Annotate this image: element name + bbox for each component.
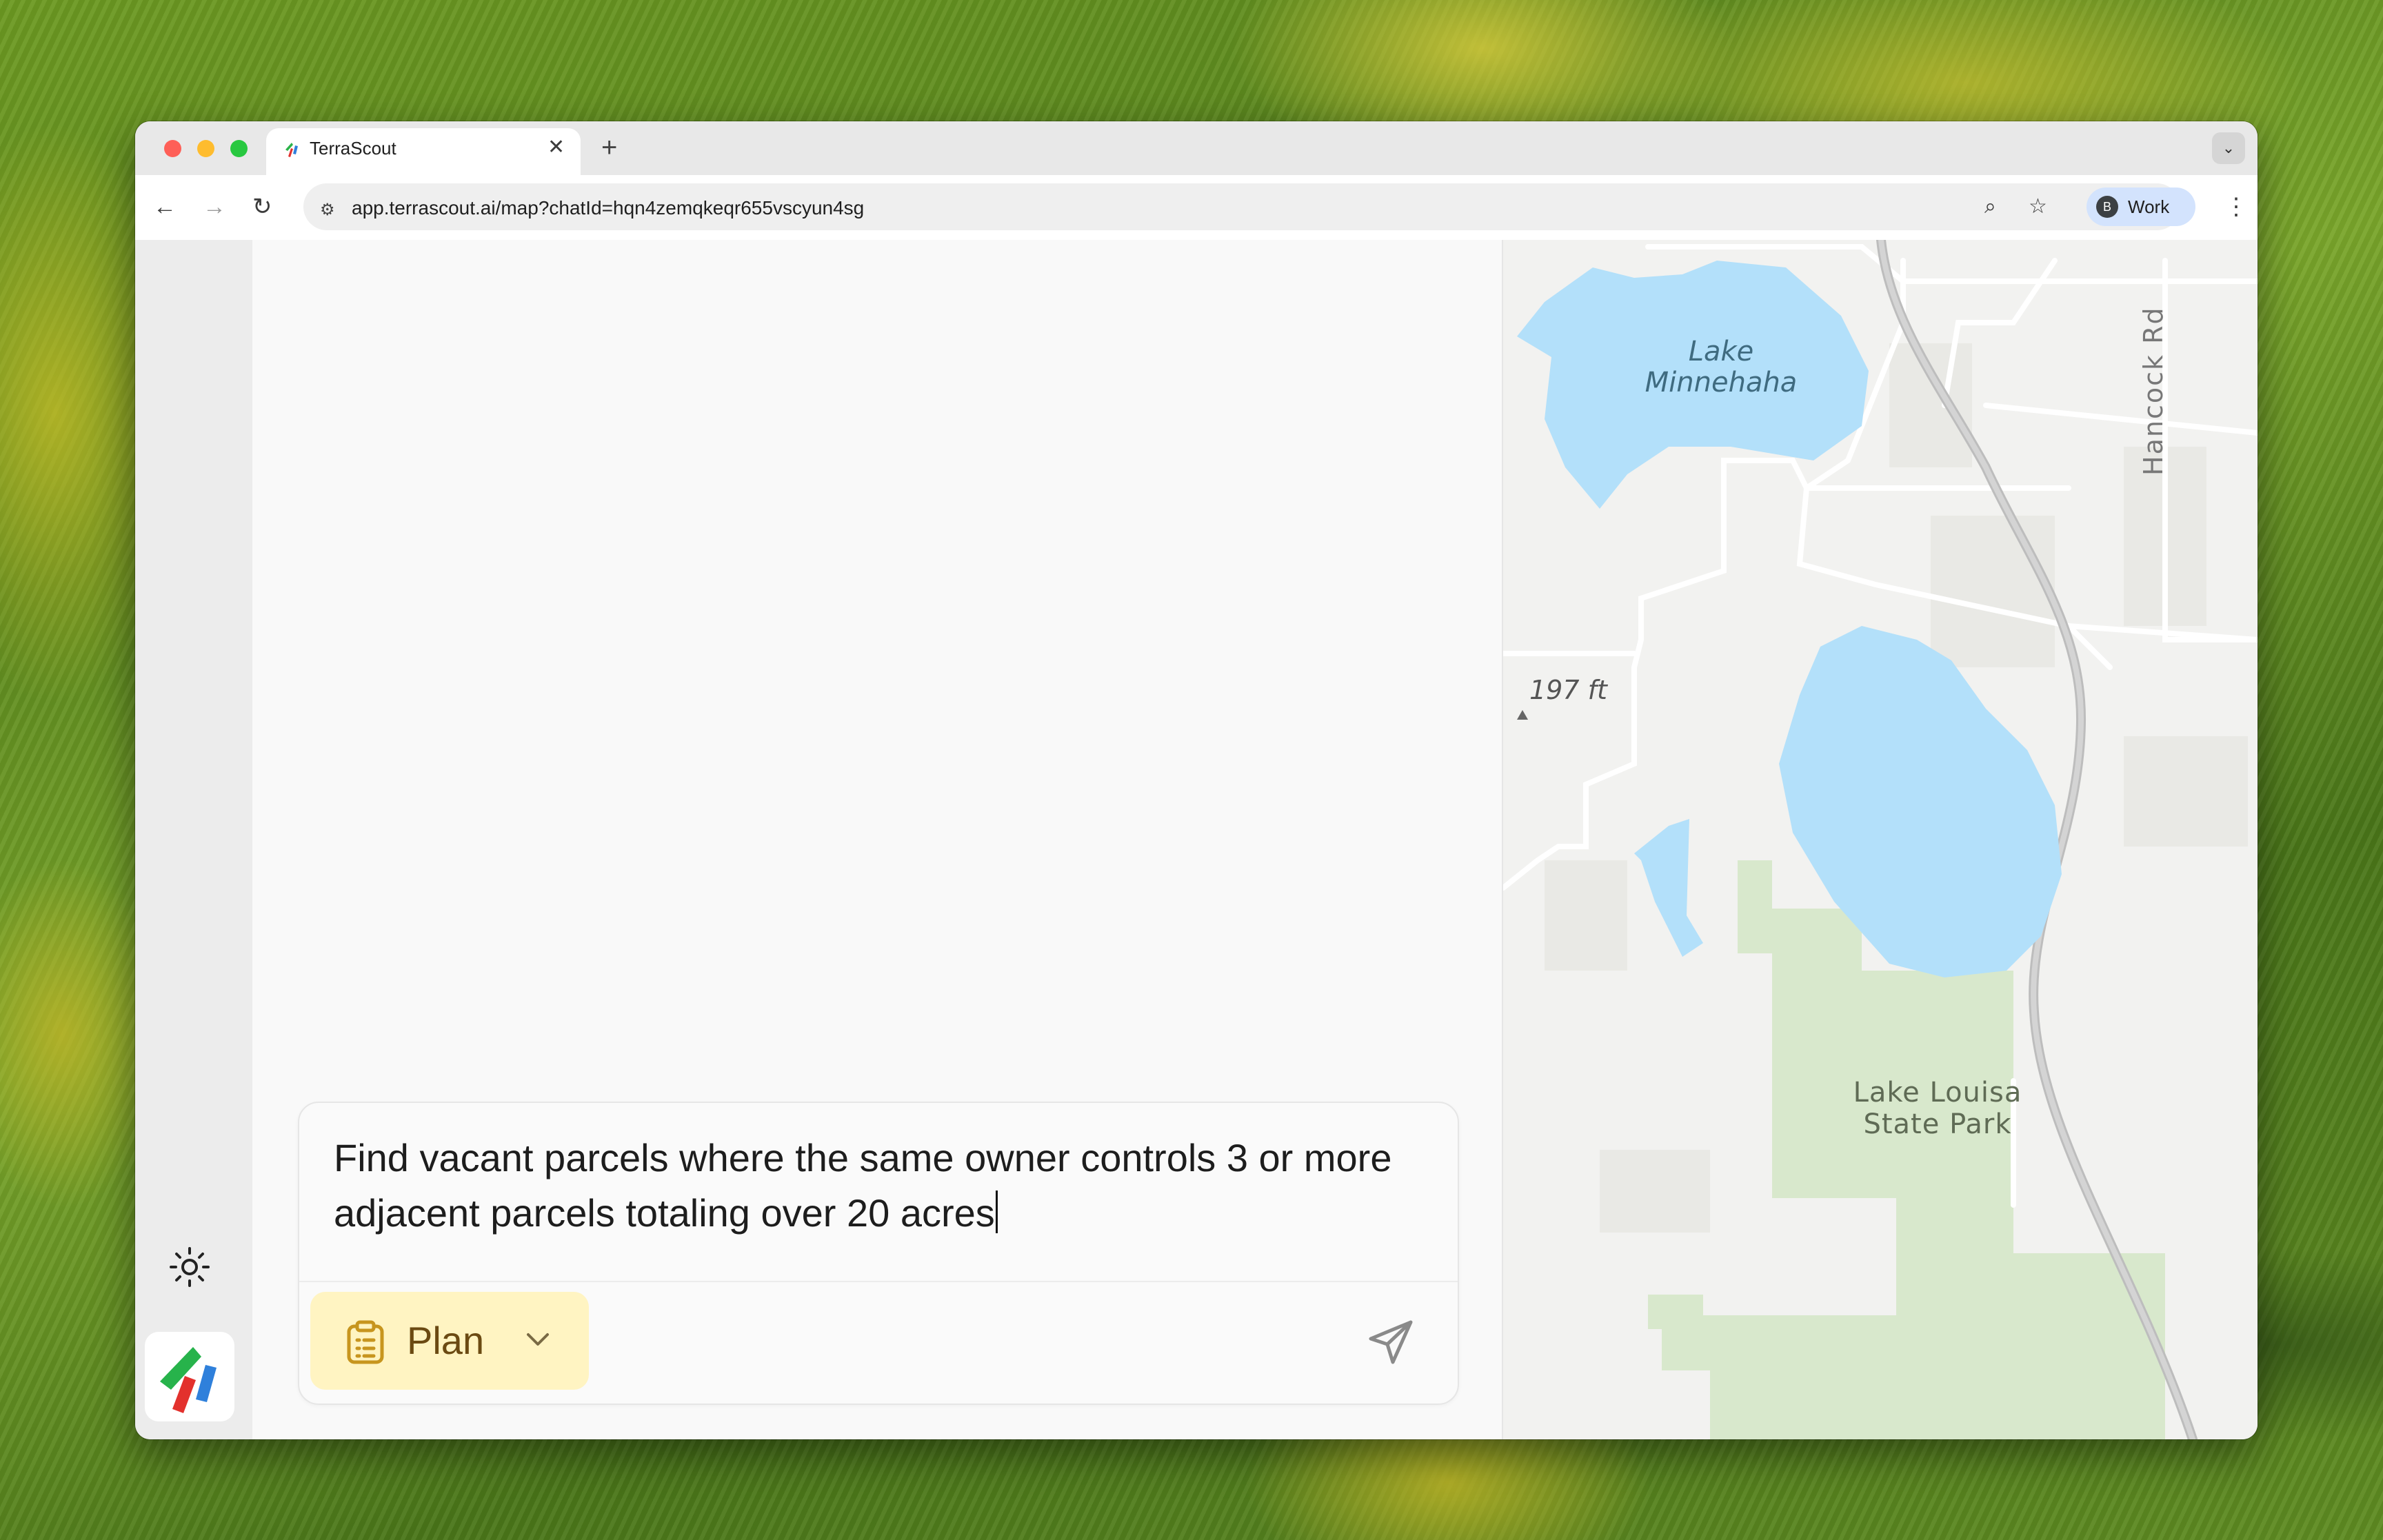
fullscreen-window-button[interactable] bbox=[230, 140, 248, 157]
avatar: B bbox=[2096, 196, 2118, 218]
app-logo-button[interactable] bbox=[145, 1332, 234, 1421]
park-label-line2: State Park bbox=[1863, 1108, 2011, 1140]
road-label: Hancock Rd bbox=[2138, 306, 2169, 476]
tab-strip: TerraScout ✕ + ⌄ bbox=[135, 121, 2258, 175]
terrascout-favicon-icon bbox=[285, 143, 298, 157]
close-window-button[interactable] bbox=[164, 140, 181, 157]
sun-icon[interactable] bbox=[165, 1243, 214, 1291]
forward-arrow-icon[interactable]: → bbox=[203, 192, 226, 222]
map-view[interactable]: Lake Minnehaha 197 ft Hancock Rd Lake Lo… bbox=[1503, 240, 2258, 1439]
lake-label-line2: Minnehaha bbox=[1645, 367, 1798, 398]
browser-toolbar: ← → ↻ ⚙ app.terrascout.ai/map?chatId=hqn… bbox=[135, 175, 2258, 241]
map-canvas[interactable]: Lake Minnehaha 197 ft Hancock Rd Lake Lo… bbox=[1503, 240, 2258, 1439]
send-icon[interactable] bbox=[1365, 1317, 1416, 1368]
chevron-down-icon bbox=[527, 1333, 549, 1346]
lake-label-line1: Lake bbox=[1689, 336, 1754, 367]
message-input-text: Find vacant parcels where the same owner… bbox=[334, 1136, 1392, 1235]
elevation-label: 197 ft bbox=[1529, 675, 1609, 705]
back-arrow-icon[interactable]: ← bbox=[153, 192, 177, 222]
tab-search-chevron-icon[interactable]: ⌄ bbox=[2212, 132, 2245, 164]
close-tab-icon[interactable]: ✕ bbox=[547, 134, 565, 161]
app-content: Find vacant parcels where the same owner… bbox=[135, 240, 2258, 1439]
minimize-window-button[interactable] bbox=[197, 140, 214, 157]
text-caret bbox=[995, 1191, 998, 1233]
tab-title: TerraScout bbox=[310, 138, 396, 159]
sidebar bbox=[135, 240, 253, 1439]
chat-panel: Find vacant parcels where the same owner… bbox=[252, 240, 1503, 1439]
park-label-line1: Lake Louisa bbox=[1853, 1077, 2022, 1108]
bookmark-star-icon[interactable]: ☆ bbox=[2029, 192, 2047, 222]
url-text[interactable]: app.terrascout.ai/map?chatId=hqn4zemqkeq… bbox=[352, 196, 864, 221]
new-tab-icon[interactable]: + bbox=[601, 131, 617, 164]
composer-divider bbox=[299, 1281, 1458, 1282]
mode-label: Plan bbox=[407, 1319, 485, 1362]
profile-label: Work bbox=[2128, 196, 2170, 217]
site-info-icon[interactable]: ⚙ bbox=[320, 200, 335, 220]
reload-icon[interactable]: ↻ bbox=[252, 192, 272, 222]
profile-button[interactable]: B Work bbox=[2087, 188, 2195, 226]
message-composer: Find vacant parcels where the same owner… bbox=[298, 1102, 1459, 1405]
plan-mode-dropdown[interactable]: Plan bbox=[310, 1292, 589, 1390]
clipboard-icon bbox=[347, 1320, 384, 1364]
more-menu-icon[interactable]: ⋮ bbox=[2224, 192, 2248, 222]
message-input[interactable]: Find vacant parcels where the same owner… bbox=[334, 1131, 1409, 1241]
terrascout-logo-icon bbox=[160, 1347, 217, 1413]
zoom-icon[interactable]: ⌕ bbox=[1984, 192, 1996, 222]
browser-window: TerraScout ✕ + ⌄ ← → ↻ ⚙ app.terrascout.… bbox=[135, 121, 2258, 1439]
